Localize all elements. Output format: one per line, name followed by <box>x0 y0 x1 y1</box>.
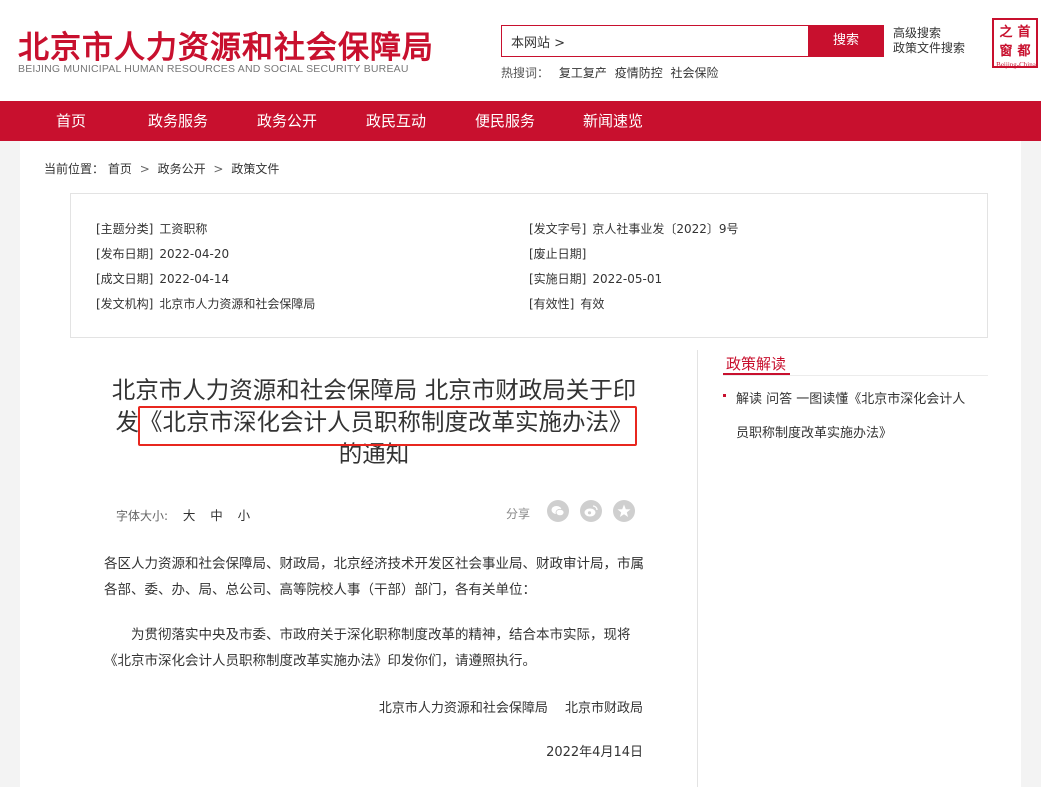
site-logo-subtitle: BEIJING MUNICIPAL HUMAN RESOURCES AND SO… <box>18 63 409 75</box>
meta-issuer-value: 北京市人力资源和社会保障局 <box>159 297 315 311</box>
font-size-large-button[interactable]: 大 <box>183 508 196 523</box>
breadcrumb-separator: > <box>140 162 150 176</box>
article-body-paragraph: 为贯彻落实中央及市委、市政府关于深化职称制度改革的精神，结合本市实际，现将《北京… <box>104 622 644 674</box>
share-label: 分享 <box>506 505 530 522</box>
search-button[interactable]: 搜索 <box>808 25 884 57</box>
nav-item-government-services[interactable]: 政务服务 <box>148 101 208 141</box>
sidebar-title-rule <box>723 375 988 376</box>
article-addressee: 各区人力资源和社会保障局、财政局，北京经济技术开发区社会事业局、财政审计局，市属… <box>104 551 644 603</box>
meta-doc-number-value: 京人社事业发〔2022〕9号 <box>592 222 738 236</box>
meta-publish-date: [发布日期] 2022-04-20 <box>96 245 229 262</box>
seal-char: 都 <box>1015 42 1033 61</box>
search-scope-input[interactable]: 本网站 > <box>501 25 808 57</box>
page-margin-left <box>0 141 20 787</box>
meta-doc-number: [发文字号] 京人社事业发〔2022〕9号 <box>529 220 739 237</box>
meta-publish-date-label: [发布日期] <box>96 247 153 261</box>
article-title-line: 北京市人力资源和社会保障局 北京市财政局关于印 <box>104 374 644 406</box>
sidebar-interpretation-link[interactable]: 解读 问答 一图读懂《北京市深化会计人员职称制度改革实施办法》 <box>736 383 976 451</box>
seal-char: 首 <box>1015 23 1033 42</box>
font-size-medium-button[interactable]: 中 <box>210 508 223 523</box>
document-metadata-box <box>70 193 988 338</box>
meta-topic: [主题分类] 工资职称 <box>96 220 207 237</box>
meta-effective-date-value: 2022-05-01 <box>592 272 662 286</box>
site-header: 北京市人力资源和社会保障局 BEIJING MUNICIPAL HUMAN RE… <box>0 0 1041 101</box>
nav-item-government-affairs[interactable]: 政务公开 <box>257 101 317 141</box>
page-margin-right <box>1021 141 1041 787</box>
meta-topic-value: 工资职称 <box>159 222 207 236</box>
seal-caption: Beijing-China <box>988 61 1041 69</box>
font-size-controls: 字体大小: 大 中 小 <box>116 505 250 524</box>
meta-validity-label: [有效性] <box>529 297 574 311</box>
column-divider <box>697 350 698 787</box>
meta-written-date-label: [成文日期] <box>96 272 153 286</box>
breadcrumb-government-affairs[interactable]: 政务公开 <box>158 162 206 176</box>
meta-validity: [有效性] 有效 <box>529 295 604 312</box>
breadcrumb-separator: > <box>213 162 223 176</box>
site-logo-title[interactable]: 北京市人力资源和社会保障局 <box>18 22 434 67</box>
advanced-search-link[interactable]: 高级搜索 <box>893 26 965 41</box>
breadcrumb-prefix: 当前位置： <box>44 162 104 176</box>
title-highlight-box <box>138 406 637 446</box>
seal-char: 窗 <box>997 42 1015 61</box>
qzone-share-icon[interactable] <box>613 500 635 522</box>
hot-keyword[interactable]: 疫情防控 <box>615 66 663 80</box>
policy-search-link[interactable]: 政策文件搜索 <box>893 41 965 56</box>
nav-item-interaction[interactable]: 政民互动 <box>366 101 426 141</box>
hot-keyword[interactable]: 社会保险 <box>671 66 719 80</box>
meta-abolish-date: [废止日期] <box>529 245 592 262</box>
meta-validity-value: 有效 <box>580 297 604 311</box>
seal-char: 之 <box>997 23 1015 42</box>
nav-item-citizen-services[interactable]: 便民服务 <box>475 101 535 141</box>
meta-doc-number-label: [发文字号] <box>529 222 586 236</box>
hot-search-words: 热搜词： 复工复产 疫情防控 社会保险 <box>501 64 719 81</box>
meta-issuer: [发文机构] 北京市人力资源和社会保障局 <box>96 295 315 312</box>
meta-publish-date-value: 2022-04-20 <box>159 247 229 261</box>
main-nav: 首页 政务服务 政务公开 政民互动 便民服务 新闻速览 <box>0 101 1041 141</box>
meta-effective-date: [实施日期] 2022-05-01 <box>529 270 662 287</box>
font-size-label: 字体大小: <box>116 509 168 523</box>
article-signers: 北京市人力资源和社会保障局 北京市财政局 <box>379 697 643 716</box>
sidebar-title-underline <box>723 373 790 375</box>
nav-item-news[interactable]: 新闻速览 <box>583 101 643 141</box>
hot-search-label: 热搜词： <box>501 66 549 80</box>
sidebar-policy-interpretation-title: 政策解读 <box>726 353 786 374</box>
meta-topic-label: [主题分类] <box>96 222 153 236</box>
breadcrumb-home[interactable]: 首页 <box>108 162 132 176</box>
meta-effective-date-label: [实施日期] <box>529 272 586 286</box>
wechat-share-icon[interactable] <box>547 500 569 522</box>
meta-written-date-value: 2022-04-14 <box>159 272 229 286</box>
nav-item-home[interactable]: 首页 <box>56 101 86 141</box>
meta-abolish-date-label: [废止日期] <box>529 247 586 261</box>
font-size-small-button[interactable]: 小 <box>238 508 251 523</box>
breadcrumb: 当前位置： 首页 > 政务公开 > 政策文件 <box>44 160 279 177</box>
meta-issuer-label: [发文机构] <box>96 297 153 311</box>
breadcrumb-policy-documents[interactable]: 政策文件 <box>231 162 279 176</box>
hot-keyword[interactable]: 复工复产 <box>559 66 607 80</box>
article-date: 2022年4月14日 <box>546 741 643 760</box>
advanced-search-links: 高级搜索 政策文件搜索 <box>893 26 965 56</box>
meta-written-date: [成文日期] 2022-04-14 <box>96 270 229 287</box>
sidebar-bullet-icon <box>723 394 726 397</box>
weibo-share-icon[interactable] <box>580 500 602 522</box>
